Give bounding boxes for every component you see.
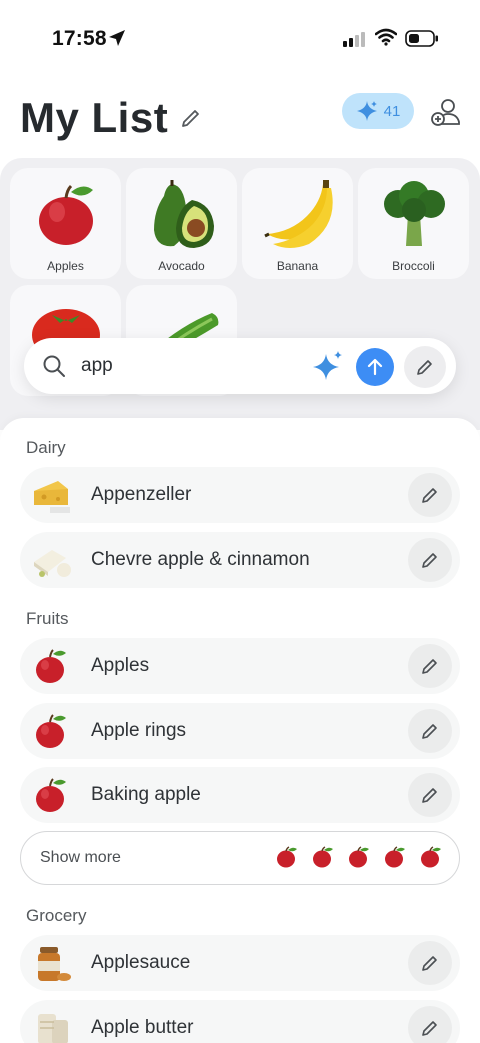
edit-title-pencil-icon[interactable]	[180, 107, 202, 129]
section-title-fruits: Fruits	[26, 609, 69, 628]
search-input[interactable]	[81, 352, 301, 380]
item-label: Apple butter	[91, 1017, 194, 1038]
pencil-icon	[422, 553, 437, 568]
pencil-icon	[417, 360, 432, 375]
banana-icon	[263, 180, 333, 248]
pencil-icon	[422, 724, 437, 739]
edit-mode-button[interactable]	[404, 346, 446, 388]
status-time: 17:58	[52, 27, 107, 50]
list-item[interactable]: Apples	[20, 638, 460, 694]
pencil-icon	[422, 659, 437, 674]
tile-apples[interactable]: Apples	[10, 168, 121, 279]
search-results: Dairy Appenzeller Chevre apple & cinnamo…	[0, 418, 480, 1043]
apple-icon	[349, 846, 369, 868]
item-label: Apples	[91, 655, 150, 676]
header: My List 41	[0, 80, 480, 155]
goat-cheese-icon	[34, 550, 71, 577]
ai-sparkle-button-icon[interactable]	[311, 349, 345, 383]
tile-label: Apples	[47, 259, 84, 273]
apple-icon	[36, 778, 66, 812]
apple-icon	[277, 846, 297, 868]
tile-label: Avocado	[158, 259, 205, 273]
apple-icon	[36, 649, 66, 683]
show-more-preview	[275, 845, 443, 869]
apple-icon	[313, 846, 333, 868]
edit-item-button[interactable]	[408, 473, 452, 517]
edit-item-button[interactable]	[408, 538, 452, 582]
apple-icon	[38, 184, 93, 245]
show-more-label: Show more	[40, 849, 121, 866]
item-label: Baking apple	[91, 784, 201, 805]
show-more-button[interactable]: Show more	[20, 831, 460, 885]
apple-icon	[421, 846, 441, 868]
jar-icon	[38, 1014, 68, 1043]
tile-label: Broccoli	[392, 259, 435, 273]
edit-item-button[interactable]	[408, 644, 452, 688]
list-item[interactable]: Apple butter	[20, 1000, 460, 1043]
list-item[interactable]: Baking apple	[20, 767, 460, 823]
tile-broccoli[interactable]: Broccoli	[358, 168, 469, 279]
sparkle-icon	[356, 101, 377, 121]
item-label: Apple rings	[91, 720, 187, 741]
battery-icon	[405, 30, 438, 47]
tile-label: Banana	[276, 259, 319, 273]
section-title-dairy: Dairy	[26, 438, 66, 457]
page-title: My List	[20, 94, 169, 141]
pencil-icon	[422, 1021, 437, 1036]
cheese-icon	[34, 481, 70, 513]
section-title-grocery: Grocery	[26, 906, 87, 925]
list-item[interactable]: Apple rings	[20, 703, 460, 759]
wifi-icon	[375, 28, 397, 46]
item-label: Applesauce	[91, 952, 191, 973]
avocado-icon	[153, 180, 214, 248]
ai-credits-button[interactable]: 41	[342, 93, 414, 129]
list-item[interactable]: Appenzeller	[20, 467, 460, 523]
edit-item-button[interactable]	[408, 709, 452, 753]
jar-icon	[38, 947, 71, 981]
item-label: Appenzeller	[91, 484, 192, 505]
add-user-icon[interactable]	[430, 96, 462, 128]
list-item[interactable]: Applesauce	[20, 935, 460, 991]
arrow-up-icon	[367, 358, 383, 376]
tile-banana[interactable]: Banana	[242, 168, 353, 279]
list-item[interactable]: Chevre apple & cinnamon	[20, 532, 460, 588]
edit-item-button[interactable]	[408, 1006, 452, 1043]
credit-count: 41	[383, 102, 401, 120]
item-label: Chevre apple & cinnamon	[91, 549, 310, 570]
edit-item-button[interactable]	[408, 773, 452, 817]
location-arrow-icon	[109, 30, 125, 46]
pencil-icon	[422, 788, 437, 803]
search-icon	[43, 355, 65, 377]
submit-search-button[interactable]	[356, 348, 394, 386]
pencil-icon	[422, 956, 437, 971]
apple-icon	[385, 846, 405, 868]
broccoli-icon	[383, 181, 445, 246]
status-bar: 17:58	[0, 0, 480, 72]
search-bar	[24, 338, 456, 394]
edit-item-button[interactable]	[408, 941, 452, 985]
tile-avocado[interactable]: Avocado	[126, 168, 237, 279]
cellular-signal-icon	[343, 32, 365, 47]
pencil-icon	[422, 488, 437, 503]
apple-icon	[36, 714, 66, 748]
